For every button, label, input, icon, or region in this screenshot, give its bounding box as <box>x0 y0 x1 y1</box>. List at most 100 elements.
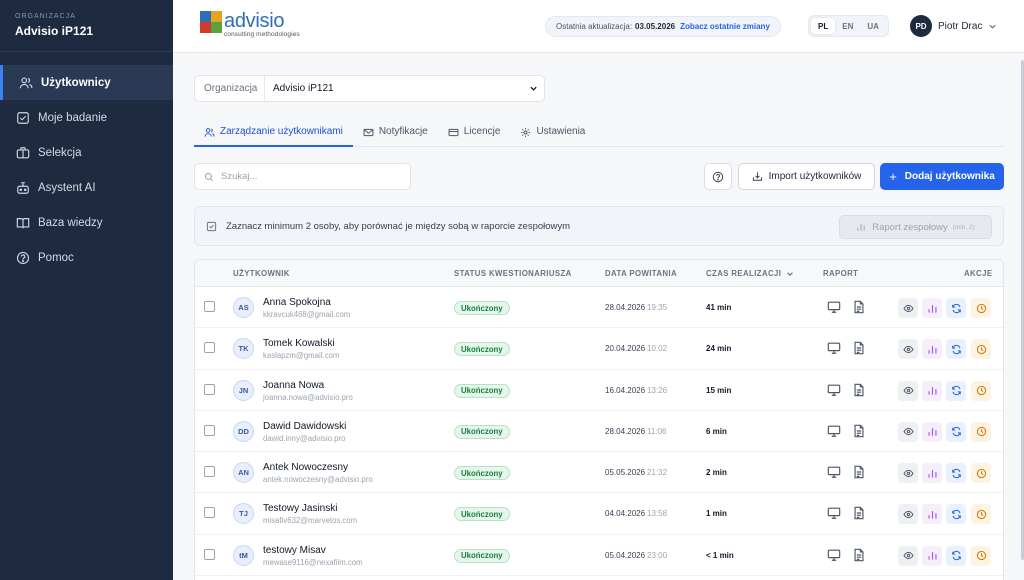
reset-button[interactable] <box>946 380 966 401</box>
monitor-icon[interactable] <box>827 548 841 562</box>
view-button[interactable] <box>898 298 918 318</box>
history-button[interactable] <box>971 339 991 360</box>
see-changes-link[interactable]: Zobacz ostatnie zmiany <box>680 22 770 31</box>
history-button[interactable] <box>971 421 991 442</box>
results-button[interactable] <box>922 380 942 401</box>
add-user-button[interactable]: + Dodaj użytkownika <box>880 163 1004 190</box>
document-icon[interactable] <box>852 300 866 314</box>
monitor-icon[interactable] <box>827 465 841 479</box>
row-checkbox[interactable] <box>204 301 215 312</box>
row-checkbox[interactable] <box>204 507 215 519</box>
tab-settings[interactable]: Ustawienia <box>510 123 595 147</box>
row-checkbox[interactable] <box>204 342 215 354</box>
lang-ua[interactable]: UA <box>860 18 886 34</box>
user-name: Joanna Nowa <box>263 379 325 391</box>
header-status[interactable]: STATUS KWESTIONARIUSZA <box>454 269 572 278</box>
search-input[interactable] <box>221 171 391 182</box>
lang-en[interactable]: EN <box>835 18 860 34</box>
import-users-button[interactable]: Import użytkowników <box>738 163 875 190</box>
document-icon[interactable] <box>852 465 866 479</box>
organization-select[interactable]: Organizacja Advisio iP121 <box>194 75 545 102</box>
history-button[interactable] <box>971 380 991 401</box>
table-row[interactable]: JN Joanna Nowa joanna.nowa@advisio.pro U… <box>195 370 1003 411</box>
organization-select-label: Organizacja <box>195 76 265 101</box>
history-button[interactable] <box>971 545 991 566</box>
status-badge: Ukończony <box>454 507 510 522</box>
sidebar-item-users[interactable]: Użytkownicy <box>0 65 173 100</box>
language-switcher: PL EN UA <box>808 15 889 37</box>
table-row[interactable]: TJ Testowy Jasinski misafiv632@marvetos.… <box>195 493 1003 535</box>
user-name: Antek Nowoczesny <box>263 462 349 474</box>
view-button[interactable] <box>898 463 918 484</box>
row-checkbox[interactable] <box>204 466 215 478</box>
tab-user-management[interactable]: Zarządzanie użytkownikami <box>194 123 353 147</box>
view-button[interactable] <box>898 545 918 566</box>
results-button[interactable] <box>922 545 942 566</box>
lang-pl[interactable]: PL <box>811 18 836 34</box>
team-report-button[interactable]: Raport zespołowy (min. 2) <box>839 215 992 239</box>
document-icon[interactable] <box>852 341 866 355</box>
results-button[interactable] <box>922 339 942 360</box>
date-value: 28.04.2026 <box>605 303 646 312</box>
tab-label: Ustawienia <box>536 126 586 137</box>
document-icon[interactable] <box>852 548 866 562</box>
monitor-icon[interactable] <box>827 300 841 314</box>
document-icon[interactable] <box>852 506 866 520</box>
row-checkbox[interactable] <box>204 383 215 395</box>
user-email: misafiv632@marvetos.com <box>263 516 358 526</box>
user-menu[interactable]: PD Piotr Drac <box>910 15 997 37</box>
history-button[interactable] <box>971 463 991 484</box>
sidebar-item-help[interactable]: Pomoc <box>0 240 173 275</box>
eye-icon <box>902 304 914 312</box>
bar-chart-icon <box>927 428 937 437</box>
tabs: Zarządzanie użytkownikami Notyfikacje Li… <box>194 123 1004 147</box>
monitor-icon[interactable] <box>827 506 841 520</box>
header-user[interactable]: UŻYTKOWNIK <box>233 269 290 278</box>
reset-button[interactable] <box>946 339 966 360</box>
reset-button[interactable] <box>946 463 966 484</box>
date-value: 05.05.2026 <box>605 468 646 478</box>
logo-subtitle: consulting methodologies <box>224 31 300 38</box>
document-icon[interactable] <box>852 383 866 397</box>
history-button[interactable] <box>971 298 991 318</box>
org-caption: ORGANIZACJA <box>15 13 76 20</box>
logo[interactable]: advisio consulting methodologies <box>200 11 300 38</box>
document-icon[interactable] <box>852 424 866 438</box>
reset-button[interactable] <box>946 298 966 318</box>
monitor-icon[interactable] <box>827 341 841 355</box>
table-row[interactable]: TK Tomek Kowalski kaslapzm@gmail.com Uko… <box>195 328 1003 370</box>
table-row[interactable]: AS Anna Spokojna kkravcuk468@gmail.com U… <box>195 287 1003 329</box>
reset-button[interactable] <box>946 504 966 525</box>
tab-licenses[interactable]: Licencje <box>438 123 511 147</box>
history-button[interactable] <box>971 504 991 525</box>
sidebar-item-selection[interactable]: Selekcja <box>0 135 173 170</box>
date-value: 20.04.2026 <box>605 344 646 354</box>
view-button[interactable] <box>898 339 918 360</box>
view-button[interactable] <box>898 421 918 442</box>
results-button[interactable] <box>922 463 942 484</box>
results-button[interactable] <box>922 504 942 525</box>
results-button[interactable] <box>922 298 942 318</box>
view-button[interactable] <box>898 504 918 525</box>
row-checkbox[interactable] <box>204 548 215 560</box>
monitor-icon[interactable] <box>827 383 841 397</box>
monitor-icon[interactable] <box>827 424 841 438</box>
clock-icon <box>976 427 986 437</box>
sidebar-item-ai-assistant[interactable]: Asystent AI <box>0 170 173 205</box>
tab-notifications[interactable]: Notyfikacje <box>353 123 438 147</box>
row-checkbox[interactable] <box>204 424 215 436</box>
sidebar-item-knowledge-base[interactable]: Baza wiedzy <box>0 205 173 240</box>
search-icon <box>204 172 214 181</box>
table-row[interactable]: DD Dawid Dawidowski dawid.inny@advisio.p… <box>195 411 1003 453</box>
header-duration[interactable]: CZAS REALIZACJI <box>706 269 794 278</box>
table-row[interactable]: AN Antek Nowoczesny antek.nowoczesny@adv… <box>195 452 1003 494</box>
view-button[interactable] <box>898 380 918 401</box>
table-row[interactable]: tM testowy Misav mewase9116@nexafilm.com… <box>195 535 1003 577</box>
reset-button[interactable] <box>946 421 966 442</box>
results-button[interactable] <box>922 421 942 442</box>
user-email: antek.nowoczesny@advisio.pro <box>263 475 373 485</box>
help-button[interactable] <box>704 163 732 190</box>
header-date[interactable]: DATA POWITANIA <box>605 269 677 278</box>
sidebar-item-my-study[interactable]: Moje badanie <box>0 100 173 135</box>
reset-button[interactable] <box>946 545 966 566</box>
